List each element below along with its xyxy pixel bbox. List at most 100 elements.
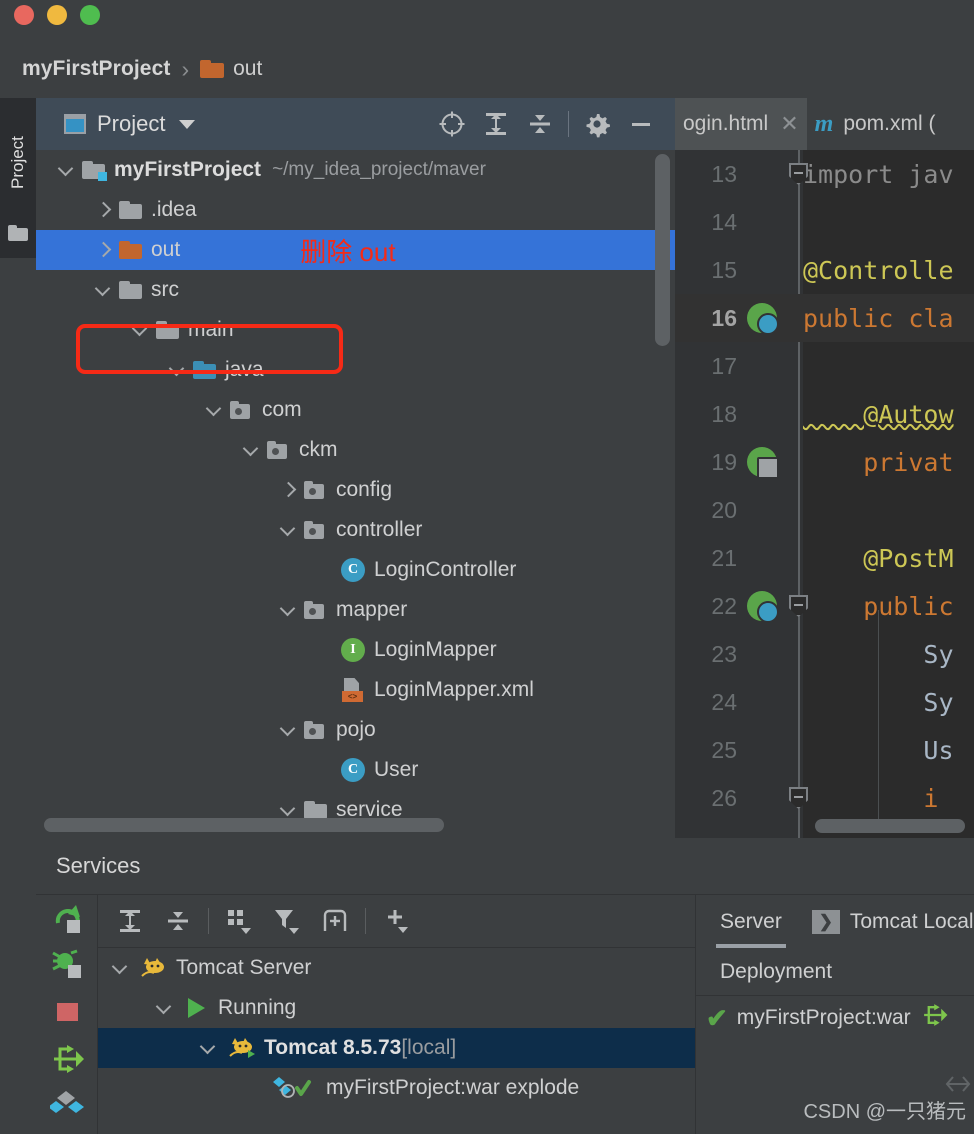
chevron-down-icon[interactable] (204, 400, 224, 420)
services-tree-row[interactable]: myFirstProject:war explode (98, 1068, 695, 1108)
code-line[interactable]: 22 public (675, 582, 974, 630)
services-tree-row[interactable]: Tomcat 8.5.73 [local] (98, 1028, 695, 1068)
expand-all-icon[interactable] (474, 98, 518, 150)
breadcrumb-project[interactable]: myFirstProject (22, 57, 170, 81)
expand-all-icon[interactable] (106, 895, 154, 948)
maximize-button[interactable] (80, 5, 100, 25)
code-text: i (803, 783, 939, 813)
deployment-artifact-row[interactable]: ✔ myFirstProject:war (696, 996, 974, 1040)
resize-handle-icon[interactable] (944, 1070, 972, 1098)
chevron-down-icon[interactable] (278, 600, 298, 620)
tool-window-tab-project[interactable]: Project (0, 98, 36, 258)
code-line[interactable]: 16 public cla (675, 294, 974, 342)
line-number: 25 (711, 736, 737, 763)
tree-row[interactable]: I LoginMapper (36, 630, 675, 670)
rerun-icon[interactable] (50, 901, 86, 937)
redeploy-icon[interactable] (921, 1001, 949, 1035)
tree-row-label: controller (336, 518, 423, 541)
minimize-button[interactable] (47, 5, 67, 25)
tree-row[interactable]: src (36, 270, 675, 310)
code-line[interactable]: 19 privat (675, 438, 974, 486)
spring-mapping-icon[interactable] (747, 591, 779, 623)
editor-code-area[interactable]: 13 import jav 14 15 @Controlle 16 public cla 17… (675, 150, 974, 838)
group-by-icon[interactable] (215, 895, 263, 948)
chevron-right-icon[interactable] (93, 240, 113, 260)
tree-row[interactable]: out 删除 out (36, 230, 675, 270)
tree-row[interactable]: C User (36, 750, 675, 790)
tree-row[interactable]: com (36, 390, 675, 430)
spring-autowired-icon[interactable] (747, 447, 779, 479)
spring-bean-icon[interactable] (747, 303, 779, 335)
chevron-right-icon[interactable] (93, 200, 113, 220)
tree-row[interactable]: main (36, 310, 675, 350)
chevron-down-icon[interactable] (93, 280, 113, 300)
editor-tab-login-html[interactable]: ogin.html ✕ (675, 98, 807, 150)
tree-row[interactable]: myFirstProject ~/my_idea_project/maver (36, 150, 675, 190)
chevron-down-icon[interactable] (179, 119, 196, 129)
add-icon[interactable] (372, 895, 420, 948)
services-tree-row[interactable]: Tomcat Server (98, 948, 695, 988)
code-line[interactable]: 14 (675, 198, 974, 246)
code-line[interactable]: 13 import jav (675, 150, 974, 198)
collapse-all-icon[interactable] (518, 98, 562, 150)
stop-icon[interactable] (50, 995, 86, 1031)
add-tab-icon[interactable] (311, 895, 359, 948)
project-vertical-scrollbar[interactable] (655, 154, 670, 346)
tree-row-label: LoginMapper (374, 638, 497, 661)
code-line[interactable]: 25 Us (675, 726, 974, 774)
chevron-down-icon[interactable] (278, 800, 298, 820)
chevron-down-icon[interactable] (241, 440, 261, 460)
project-tree[interactable]: myFirstProject ~/my_idea_project/maver .id… (36, 150, 675, 838)
chevron-down-icon[interactable] (130, 320, 150, 340)
chevron-down-icon[interactable] (154, 998, 174, 1018)
code-line[interactable]: 21 @PostM (675, 534, 974, 582)
chevron-right-icon[interactable] (278, 480, 298, 500)
editor-tab-pom-xml[interactable]: m pom.xml ( (807, 98, 944, 150)
code-line[interactable]: 23 Sy (675, 630, 974, 678)
collapse-all-icon[interactable] (154, 895, 202, 948)
tree-row[interactable]: java (36, 350, 675, 390)
tree-row[interactable]: C LoginController (36, 550, 675, 590)
settings-gear-icon[interactable] (575, 98, 619, 150)
chevron-down-icon[interactable] (56, 160, 76, 180)
select-opened-file-icon[interactable] (430, 98, 474, 150)
code-line[interactable]: 26 i (675, 774, 974, 822)
deploy-icon[interactable] (48, 1089, 86, 1125)
services-tree[interactable]: Tomcat Server Running Tomcat 8.5.73 [local… (98, 948, 695, 1134)
line-number: 17 (711, 352, 737, 379)
code-line[interactable]: 18 @Autow (675, 390, 974, 438)
tree-row[interactable]: <> LoginMapper.xml (36, 670, 675, 710)
services-title: Services (56, 853, 141, 878)
breadcrumb-current[interactable]: out (233, 57, 262, 81)
close-icon[interactable]: ✕ (780, 111, 798, 137)
chevron-down-icon[interactable] (198, 1038, 218, 1058)
code-line[interactable]: 24 Sy (675, 678, 974, 726)
hide-icon[interactable] (619, 98, 663, 150)
tree-row[interactable]: .idea (36, 190, 675, 230)
chevron-down-icon[interactable] (167, 360, 187, 380)
redeploy-icon[interactable] (50, 1041, 86, 1077)
tab-tomcat-local[interactable]: ❯ Tomcat Local (811, 895, 974, 948)
tree-row[interactable]: pojo (36, 710, 675, 750)
services-tree-row[interactable]: Running (98, 988, 695, 1028)
code-line[interactable]: 17 (675, 342, 974, 390)
project-horizontal-scrollbar[interactable] (44, 818, 444, 832)
editor-horizontal-scrollbar[interactable] (815, 819, 965, 833)
close-button[interactable] (14, 5, 34, 25)
debug-icon[interactable] (50, 947, 86, 983)
services-toolbar (98, 895, 695, 948)
filter-icon[interactable] (263, 895, 311, 948)
tab-server[interactable]: Server (716, 895, 786, 948)
code-text: public (803, 591, 954, 621)
chevron-down-icon[interactable] (278, 520, 298, 540)
chevron-down-icon[interactable] (110, 958, 130, 978)
tree-row[interactable]: controller (36, 510, 675, 550)
line-number: 21 (711, 544, 737, 571)
tree-row[interactable]: mapper (36, 590, 675, 630)
code-line[interactable]: 15 @Controlle (675, 246, 974, 294)
services-detail-pane: Server ❯ Tomcat Local Deployment ✔ myFir… (695, 895, 974, 1134)
tree-row[interactable]: config (36, 470, 675, 510)
chevron-down-icon[interactable] (278, 720, 298, 740)
tree-row[interactable]: ckm (36, 430, 675, 470)
code-line[interactable]: 20 (675, 486, 974, 534)
